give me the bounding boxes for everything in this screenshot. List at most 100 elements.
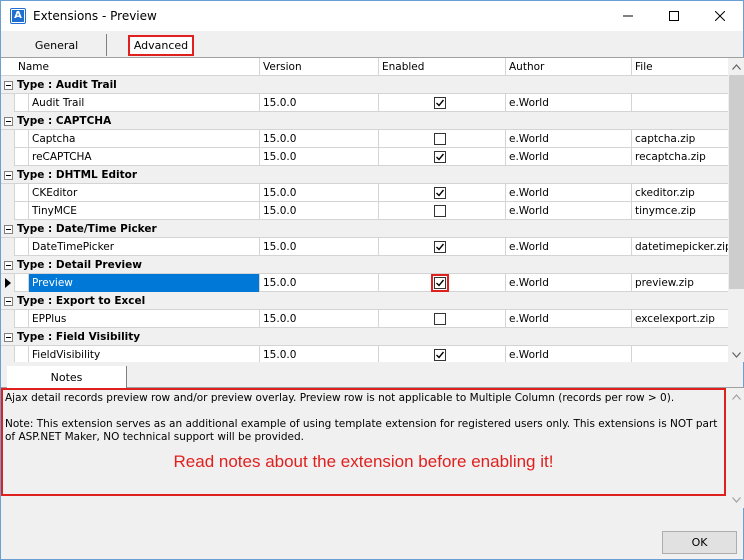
row-selector[interactable] bbox=[1, 148, 15, 166]
ok-button[interactable]: OK bbox=[662, 531, 737, 554]
scroll-down-button[interactable] bbox=[728, 346, 744, 362]
author-cell[interactable]: e.World bbox=[506, 238, 632, 256]
name-cell[interactable]: Captcha bbox=[29, 130, 260, 148]
tab-general[interactable]: General bbox=[7, 34, 107, 56]
group-row[interactable]: Type : Detail Preview bbox=[1, 256, 728, 274]
table-row[interactable]: Captcha 15.0.0 e.World captcha.zip bbox=[1, 130, 728, 148]
row-selector[interactable] bbox=[1, 202, 15, 220]
column-header-author[interactable]: Author bbox=[506, 58, 632, 76]
row-selector[interactable] bbox=[1, 274, 15, 292]
row-selector[interactable] bbox=[1, 346, 15, 362]
tab-advanced[interactable]: Advanced bbox=[111, 34, 211, 56]
file-cell[interactable] bbox=[632, 94, 728, 112]
file-cell[interactable]: datetimepicker.zip bbox=[632, 238, 728, 256]
enabled-cell bbox=[379, 346, 506, 362]
notes-scroll-down-button[interactable] bbox=[728, 491, 744, 508]
collapse-toggle-icon[interactable] bbox=[4, 117, 13, 126]
table-row[interactable]: Preview 15.0.0 e.World preview.zip bbox=[1, 274, 728, 292]
column-header-version[interactable]: Version bbox=[260, 58, 379, 76]
file-cell[interactable]: recaptcha.zip bbox=[632, 148, 728, 166]
author-cell[interactable]: e.World bbox=[506, 346, 632, 362]
group-row[interactable]: Type : DHTML Editor bbox=[1, 166, 728, 184]
group-row[interactable]: Type : Date/Time Picker bbox=[1, 220, 728, 238]
version-cell[interactable]: 15.0.0 bbox=[260, 148, 379, 166]
table-row[interactable]: CKEditor 15.0.0 e.World ckeditor.zip bbox=[1, 184, 728, 202]
group-row[interactable]: Type : Export to Excel bbox=[1, 292, 728, 310]
name-cell[interactable]: reCAPTCHA bbox=[29, 148, 260, 166]
row-selector[interactable] bbox=[1, 310, 15, 328]
notes-scroll-up-button[interactable] bbox=[728, 388, 744, 405]
author-cell[interactable]: e.World bbox=[506, 202, 632, 220]
table-row[interactable]: FieldVisibility 15.0.0 e.World bbox=[1, 346, 728, 362]
version-cell[interactable]: 15.0.0 bbox=[260, 238, 379, 256]
author-cell[interactable]: e.World bbox=[506, 94, 632, 112]
row-selector[interactable] bbox=[1, 94, 15, 112]
version-cell[interactable]: 15.0.0 bbox=[260, 274, 379, 292]
name-cell[interactable]: FieldVisibility bbox=[29, 346, 260, 362]
table-row[interactable]: TinyMCE 15.0.0 e.World tinymce.zip bbox=[1, 202, 728, 220]
author-cell[interactable]: e.World bbox=[506, 148, 632, 166]
table-row[interactable]: EPPlus 15.0.0 e.World excelexport.zip bbox=[1, 310, 728, 328]
name-cell[interactable]: Preview bbox=[29, 274, 260, 292]
collapse-toggle-icon[interactable] bbox=[4, 225, 13, 234]
version-cell[interactable]: 15.0.0 bbox=[260, 346, 379, 362]
collapse-toggle-icon[interactable] bbox=[4, 171, 13, 180]
name-cell[interactable]: DateTimePicker bbox=[29, 238, 260, 256]
name-cell[interactable]: TinyMCE bbox=[29, 202, 260, 220]
file-cell[interactable]: ckeditor.zip bbox=[632, 184, 728, 202]
group-row[interactable]: Type : CAPTCHA bbox=[1, 112, 728, 130]
table-row[interactable]: Audit Trail 15.0.0 e.World bbox=[1, 94, 728, 112]
table-row[interactable]: reCAPTCHA 15.0.0 e.World recaptcha.zip bbox=[1, 148, 728, 166]
enabled-checkbox-checked[interactable] bbox=[434, 187, 446, 199]
version-cell[interactable]: 15.0.0 bbox=[260, 310, 379, 328]
file-cell[interactable]: preview.zip bbox=[632, 274, 728, 292]
collapse-toggle-icon[interactable] bbox=[4, 333, 13, 342]
tab-notes[interactable]: Notes bbox=[7, 366, 127, 388]
version-cell[interactable]: 15.0.0 bbox=[260, 130, 379, 148]
author-cell[interactable]: e.World bbox=[506, 310, 632, 328]
group-row[interactable]: Type : Field Visibility bbox=[1, 328, 728, 346]
row-selector[interactable] bbox=[1, 184, 15, 202]
name-cell[interactable]: CKEditor bbox=[29, 184, 260, 202]
enabled-checkbox-checked[interactable] bbox=[434, 349, 446, 361]
scroll-thumb[interactable] bbox=[729, 75, 744, 289]
author-cell[interactable]: e.World bbox=[506, 184, 632, 202]
author-cell[interactable]: e.World bbox=[506, 274, 632, 292]
enabled-checkbox[interactable] bbox=[434, 205, 446, 217]
version-cell[interactable]: 15.0.0 bbox=[260, 94, 379, 112]
column-header-name[interactable]: Name bbox=[15, 58, 260, 76]
file-cell[interactable]: captcha.zip bbox=[632, 130, 728, 148]
maximize-button[interactable] bbox=[651, 1, 697, 31]
notes-scrollbar[interactable] bbox=[728, 388, 744, 508]
enabled-checkbox[interactable] bbox=[434, 313, 446, 325]
column-header-file[interactable]: File bbox=[632, 58, 728, 76]
enabled-checkbox[interactable] bbox=[434, 133, 446, 145]
grid-scrollbar[interactable] bbox=[728, 58, 744, 362]
enabled-checkbox-checked[interactable] bbox=[434, 241, 446, 253]
group-row[interactable]: Type : Audit Trail bbox=[1, 76, 728, 94]
extensions-grid: Name Version Enabled Author File Type : … bbox=[1, 57, 744, 362]
table-row[interactable]: DateTimePicker 15.0.0 e.World datetimepicke… bbox=[1, 238, 728, 256]
collapse-toggle-icon[interactable] bbox=[4, 297, 13, 306]
title-bar[interactable]: A Extensions - Preview bbox=[1, 1, 743, 31]
file-cell[interactable] bbox=[632, 346, 728, 362]
enabled-checkbox-checked[interactable] bbox=[434, 151, 446, 163]
name-cell[interactable]: Audit Trail bbox=[29, 94, 260, 112]
column-header-enabled[interactable]: Enabled bbox=[379, 58, 506, 76]
version-cell[interactable]: 15.0.0 bbox=[260, 202, 379, 220]
file-cell[interactable]: tinymce.zip bbox=[632, 202, 728, 220]
author-cell[interactable]: e.World bbox=[506, 130, 632, 148]
file-cell[interactable]: excelexport.zip bbox=[632, 310, 728, 328]
minimize-button[interactable] bbox=[605, 1, 651, 31]
row-selector[interactable] bbox=[1, 238, 15, 256]
close-button[interactable] bbox=[697, 1, 743, 31]
row-selector[interactable] bbox=[1, 130, 15, 148]
scroll-up-button[interactable] bbox=[728, 58, 744, 75]
enabled-checkbox-checked[interactable] bbox=[434, 97, 446, 109]
collapse-toggle-icon[interactable] bbox=[4, 81, 13, 90]
row-indent bbox=[15, 274, 29, 292]
settings-tabs: General Advanced bbox=[7, 34, 739, 56]
collapse-toggle-icon[interactable] bbox=[4, 261, 13, 270]
version-cell[interactable]: 15.0.0 bbox=[260, 184, 379, 202]
name-cell[interactable]: EPPlus bbox=[29, 310, 260, 328]
